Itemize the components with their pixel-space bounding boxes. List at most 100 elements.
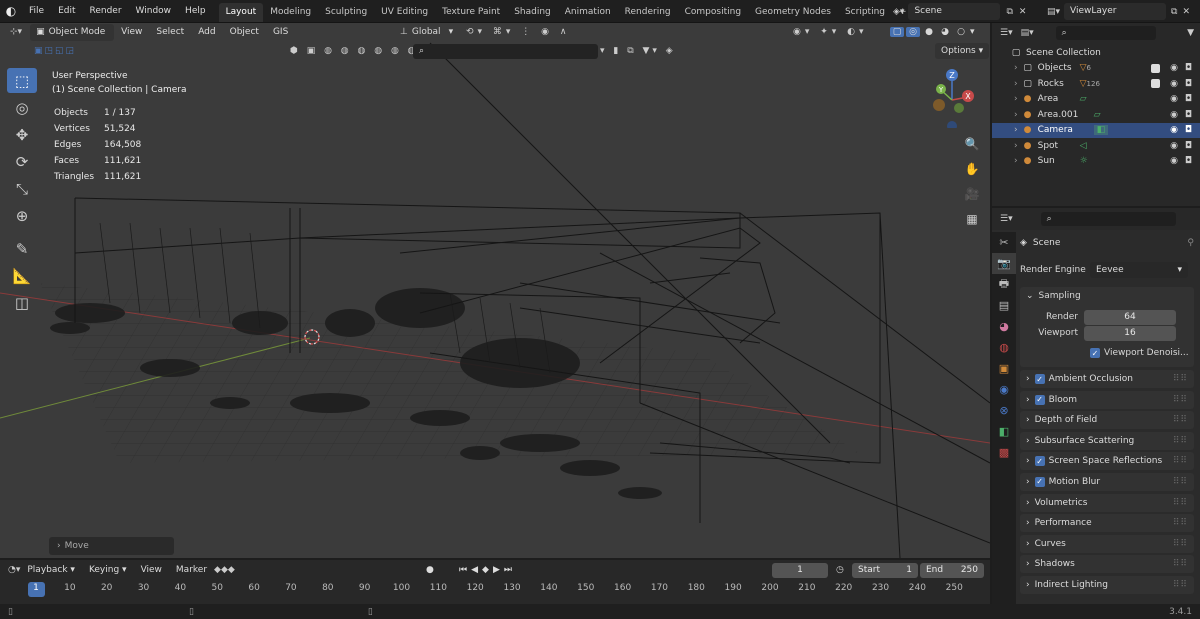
move-tool-icon[interactable]: ✥	[7, 122, 37, 147]
tab-texture-paint[interactable]: Texture Paint	[435, 3, 507, 22]
pan-hand-icon[interactable]: ✋	[961, 158, 983, 180]
render-camera-icon[interactable]: ◘	[1185, 94, 1192, 104]
render-camera-icon[interactable]: ◘	[1185, 156, 1192, 166]
pin-icon[interactable]: ⚲	[1187, 238, 1194, 248]
render-camera-icon[interactable]: ◘	[1185, 141, 1192, 151]
eye-icon[interactable]: ◉	[1170, 141, 1178, 151]
outliner-item-sun[interactable]: › ● Sun ☼ ◉ ◘	[992, 154, 1200, 170]
outliner-editor-icon[interactable]: ☰▾	[1000, 28, 1013, 38]
solid-shading-icon[interactable]: ●	[922, 27, 936, 37]
eye-icon[interactable]: ◉	[1170, 94, 1178, 104]
shading-options-icon[interactable]: ▾	[970, 27, 975, 37]
editor-type-icon[interactable]: ⊹▾	[10, 27, 22, 37]
ssr-checkbox[interactable]: ✓	[1034, 456, 1045, 467]
zoom-icon[interactable]: 🔍	[961, 133, 983, 155]
render-camera-icon[interactable]: ◘	[1185, 79, 1192, 89]
panel-volumetrics[interactable]: › Volumetrics ⠿⠿	[1020, 493, 1194, 512]
render-samples-field[interactable]: 64	[1084, 309, 1176, 325]
render-camera-icon[interactable]: ◘	[1185, 63, 1192, 73]
scene-selector[interactable]: Scene	[908, 3, 1001, 20]
data-tab-icon[interactable]: ◧	[992, 421, 1016, 442]
rotate-tool-icon[interactable]: ⟳	[7, 149, 37, 174]
vp-menu-select[interactable]: Select	[149, 23, 191, 41]
bloom-checkbox[interactable]: ✓	[1034, 394, 1045, 405]
view-layer-tab-icon[interactable]: ▤	[992, 295, 1016, 316]
camera-view-icon[interactable]: 🎥	[961, 183, 983, 205]
drag-handle-icon[interactable]: ⠿⠿	[1173, 456, 1188, 466]
blender-logo-icon[interactable]: ◐	[0, 4, 22, 18]
eye-icon[interactable]: ◉	[1170, 125, 1178, 135]
material-shading-icon[interactable]: ◕	[938, 27, 952, 37]
drag-handle-icon[interactable]: ⠿⠿	[1173, 374, 1188, 384]
drag-handle-icon[interactable]: ⠿⠿	[1173, 477, 1188, 487]
last-operator-panel[interactable]: › Move	[49, 537, 174, 555]
eye-icon[interactable]: ◉	[1170, 110, 1178, 120]
exclude-checkbox[interactable]	[1151, 79, 1160, 89]
new-scene-icon[interactable]: ⧉	[1006, 7, 1012, 17]
panel-shadows[interactable]: › Shadows ⠿⠿	[1020, 555, 1194, 574]
tab-rendering[interactable]: Rendering	[618, 3, 678, 22]
tab-layout[interactable]: Layout	[218, 2, 264, 22]
measure-tool-icon[interactable]: 📐	[7, 263, 37, 288]
add-cube-tool-icon[interactable]: ◫	[7, 290, 37, 315]
texture-tab-icon[interactable]: ▩	[992, 442, 1016, 463]
scale-tool-icon[interactable]: ⤡	[7, 176, 37, 201]
outliner-item-area[interactable]: › ● Area ▱ ◉ ◘	[992, 92, 1200, 108]
tab-geometry-nodes[interactable]: Geometry Nodes	[748, 3, 838, 22]
exclude-checkbox[interactable]	[1151, 63, 1160, 73]
drag-handle-icon[interactable]: ⠿⠿	[1173, 395, 1188, 405]
outliner-item-camera[interactable]: › ● Camera ◧ ◉ ◘	[992, 122, 1200, 138]
options-dropdown[interactable]: Options ▾	[935, 43, 990, 59]
drag-handle-icon[interactable]: ⠿⠿	[1173, 559, 1188, 569]
remove-scene-icon[interactable]: ✕	[1019, 7, 1027, 17]
cursor-tool-icon[interactable]: ◎	[7, 95, 37, 120]
select-mode-icons[interactable]: ▣◳◱◲	[34, 46, 76, 56]
outliner-item-objects[interactable]: › ▢ Objects ▽ 6 ◉ ◘	[992, 61, 1200, 77]
tab-modeling[interactable]: Modeling	[263, 3, 318, 22]
eye-icon[interactable]: ◉	[1170, 156, 1178, 166]
menu-edit[interactable]: Edit	[51, 0, 82, 23]
display-mode-icon[interactable]: ▤▾	[1021, 28, 1034, 38]
properties-editor-icon[interactable]: ☰▾	[1000, 214, 1013, 224]
drag-handle-icon[interactable]: ⠿⠿	[1173, 580, 1188, 590]
render-camera-icon[interactable]: ◘	[1185, 110, 1192, 120]
transform-tool-icon[interactable]: ⊕	[7, 203, 37, 228]
panel-subsurface-scattering[interactable]: › Subsurface Scattering ⠿⠿	[1020, 431, 1194, 450]
tab-scripting[interactable]: Scripting	[838, 3, 892, 22]
viewport-denoise-checkbox[interactable]: ✓	[1090, 348, 1100, 358]
vp-menu-gis[interactable]: GIS	[266, 23, 295, 41]
outliner-item-spot[interactable]: › ● Spot ◁ ◉ ◘	[992, 138, 1200, 154]
drag-handle-icon[interactable]: ⠿⠿	[1173, 498, 1188, 508]
panel-ambient-occlusion[interactable]: › ✓ Ambient Occlusion ⠿⠿	[1020, 370, 1194, 388]
render-tab-icon[interactable]: 📷	[992, 253, 1016, 274]
menu-file[interactable]: File	[22, 0, 51, 23]
tab-shading[interactable]: Shading	[507, 3, 558, 22]
output-tab-icon[interactable]: 🖶	[992, 274, 1016, 295]
outliner-root[interactable]: ▢ Scene Collection	[992, 45, 1200, 61]
pivot-snap-icons[interactable]: ⟲▾ ⌘▾ ⋮ ◉ ∧	[466, 27, 570, 37]
xray-icon[interactable]: ▢	[890, 27, 904, 37]
eye-icon[interactable]: ◉	[1170, 63, 1178, 73]
tab-uv-editing[interactable]: UV Editing	[374, 3, 435, 22]
outliner-search-input[interactable]: ⌕	[1055, 26, 1156, 40]
visibility-gizmo-icons[interactable]: ◉▾ ✦▾ ◐▾	[793, 27, 868, 37]
filter-icon[interactable]: ▼	[1187, 28, 1194, 38]
frame-ruler[interactable]: 1 10 20 30 40 50 60 70 80 90 100 110 120 130 140 150 160…	[0, 560, 990, 604]
panel-bloom[interactable]: › ✓ Bloom ⠿⠿	[1020, 390, 1194, 409]
panel-performance[interactable]: › Performance ⠿⠿	[1020, 514, 1194, 533]
motion-blur-checkbox[interactable]: ✓	[1034, 476, 1045, 487]
properties-search-input[interactable]: ⌕	[1040, 212, 1176, 226]
tab-animation[interactable]: Animation	[558, 3, 618, 22]
render-camera-icon[interactable]: ◘	[1185, 125, 1192, 135]
vp-menu-add[interactable]: Add	[191, 23, 222, 41]
viewport-denoise-row[interactable]: ✓ Viewport Denoisi...	[1020, 345, 1194, 361]
ortho-grid-icon[interactable]: ▦	[961, 208, 983, 230]
viewport-search-input[interactable]: ⌕	[413, 43, 598, 59]
outliner-item-area-001[interactable]: › ● Area.001 ▱ ◉ ◘	[992, 107, 1200, 123]
constraints-tab-icon[interactable]: ⊗	[992, 400, 1016, 421]
tab-sculpting[interactable]: Sculpting	[318, 3, 374, 22]
menu-help[interactable]: Help	[178, 0, 213, 23]
view-layer-selector[interactable]: ViewLayer	[1064, 3, 1167, 20]
navigation-gizmo[interactable]: Z X Y	[925, 68, 980, 131]
vp-menu-view[interactable]: View	[114, 23, 149, 41]
